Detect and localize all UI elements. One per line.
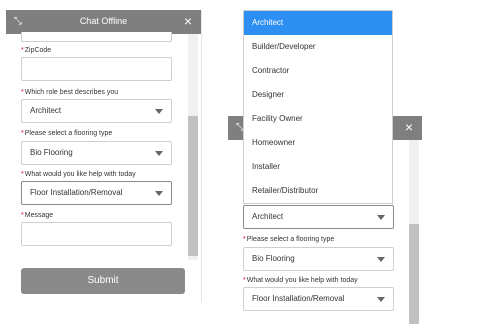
flooring-select-value: Bio Flooring [30, 148, 73, 157]
left-chat-widget: ⤡ Chat Offline × *ZipCode *Which role be… [6, 10, 202, 302]
dropdown-option-contractor[interactable]: Contractor [244, 59, 392, 83]
help-select-value: Floor Installation/Removal [30, 188, 123, 197]
message-label: *Message [21, 212, 54, 219]
role-select[interactable]: Architect [21, 99, 172, 123]
dropdown-option-facility-owner[interactable]: Facility Owner [244, 107, 392, 131]
zip-input[interactable] [21, 57, 172, 81]
help-select-value: Floor Installation/Removal [252, 294, 345, 303]
close-icon[interactable]: × [181, 13, 195, 29]
role-select-value: Architect [252, 212, 284, 221]
help-select[interactable]: Floor Installation/Removal [21, 181, 172, 205]
dropdown-option-builder-developer[interactable]: Builder/Developer [244, 35, 392, 59]
chevron-down-icon [155, 109, 163, 114]
dropdown-option-architect[interactable]: Architect [244, 11, 392, 35]
chevron-down-icon [377, 215, 385, 220]
flooring-label: *Please select a flooring type [21, 130, 113, 137]
submit-button[interactable]: Submit [21, 268, 185, 294]
flooring-select[interactable]: Bio Flooring [21, 141, 172, 165]
message-input[interactable] [21, 222, 172, 246]
flooring-select[interactable]: Bio Flooring [243, 247, 394, 271]
chat-title: Chat Offline [79, 16, 128, 26]
help-label: *What would you like help with today [243, 277, 358, 284]
dropdown-option-homeowner[interactable]: Homeowner [244, 131, 392, 155]
dropdown-option-designer[interactable]: Designer [244, 83, 392, 107]
flooring-label: *Please select a flooring type [243, 236, 335, 243]
dropdown-option-installer[interactable]: Installer [244, 155, 392, 179]
chevron-down-icon [377, 297, 385, 302]
dropdown-option-retailer-distributor[interactable]: Retailer/Distributor [244, 179, 392, 203]
scrollbar-thumb[interactable] [188, 116, 198, 256]
zip-label: *ZipCode [21, 47, 52, 54]
scrollbar-thumb[interactable] [409, 224, 419, 324]
close-icon[interactable]: × [402, 119, 416, 135]
scrollbar[interactable] [409, 140, 419, 324]
scrollbar[interactable] [188, 34, 198, 260]
chevron-down-icon [155, 151, 163, 156]
flooring-select-value: Bio Flooring [252, 254, 295, 263]
chevron-down-icon [377, 257, 385, 262]
role-select[interactable]: Architect [243, 205, 394, 229]
previous-field-partial[interactable] [21, 32, 172, 42]
chat-header: ⤡ Chat Offline × [6, 10, 201, 34]
role-select-value: Architect [30, 106, 62, 115]
help-label: *What would you like help with today [21, 171, 136, 178]
help-select[interactable]: Floor Installation/Removal [243, 287, 394, 311]
chevron-down-icon [155, 191, 163, 196]
role-label: *Which role best describes you [21, 89, 119, 96]
role-dropdown-list: Architect Builder/Developer Contractor D… [243, 10, 393, 204]
